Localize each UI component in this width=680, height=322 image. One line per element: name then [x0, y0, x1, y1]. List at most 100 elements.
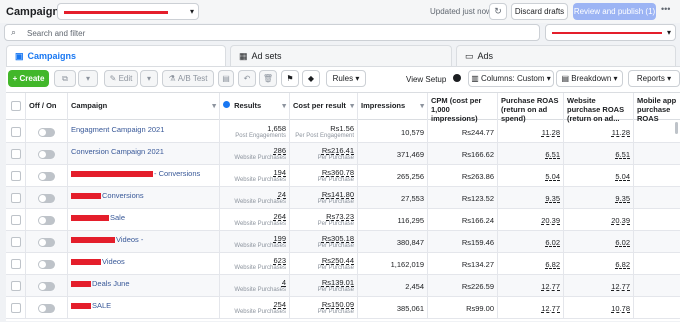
table-row[interactable]: Videos - 199 Website Purchases Rs305.18 Pe…	[6, 231, 680, 253]
campaign-name: Conversion Campaign 2021	[71, 147, 164, 156]
campaign-link[interactable]: Conversion Campaign 2021	[71, 147, 164, 156]
campaign-name-cell: Conversions	[68, 187, 220, 209]
purchase-roas-cell: 6.82	[498, 253, 564, 275]
results-value: 264	[273, 212, 286, 221]
campaign-name: Sale	[110, 213, 126, 222]
cost-subtitle: Per Purchase	[317, 287, 354, 293]
sort-icon: ▾	[350, 101, 354, 110]
cpm-cell: Rs99.00	[428, 297, 498, 319]
header-mobile-roas[interactable]: Mobile app purchase ROAS (return on ad..…	[634, 93, 680, 121]
campaign-link[interactable]: Engagment Campaign 2021	[71, 125, 164, 134]
campaign-toggle[interactable]	[38, 194, 55, 203]
results-subtitle: Website Purchases	[234, 265, 286, 271]
row-checkbox[interactable]	[11, 127, 21, 137]
campaign-toggle[interactable]	[38, 238, 55, 247]
website-roas-cell: 5.04	[564, 165, 634, 187]
sort-icon: ▾	[212, 101, 216, 110]
info-icon	[452, 74, 461, 82]
campaign-toggle[interactable]	[38, 260, 55, 269]
preview-button[interactable]: ⚑	[281, 70, 299, 87]
website-roas-value: 20.39	[611, 216, 630, 225]
header-purchase-roas[interactable]: Purchase ROAS (return on ad spend)	[498, 93, 564, 123]
campaign-link[interactable]: Deals June	[71, 279, 130, 288]
search-input[interactable]: Search and filter	[27, 29, 85, 38]
select-all-checkbox[interactable]	[11, 101, 21, 111]
ab-test-button[interactable]: ⚗ A/B Test	[162, 70, 214, 87]
row-checkbox[interactable]	[11, 149, 21, 159]
undo-button[interactable]: ↶	[238, 70, 256, 87]
table-row[interactable]: Engagment Campaign 2021 1,658 Post Engage…	[6, 121, 680, 143]
table-row[interactable]: Deals June 4 Website Purchases Rs139.01 Pe…	[6, 275, 680, 297]
account-selector[interactable]: ▾	[57, 3, 199, 20]
edit-button[interactable]: ✎ Edit	[104, 70, 138, 87]
header-results-label: Results	[234, 101, 262, 110]
review-publish-button[interactable]: Review and publish (1)	[573, 3, 656, 20]
campaign-name: Deals June	[92, 279, 130, 288]
campaign-name: Videos	[102, 257, 125, 266]
refresh-button[interactable]: ↻	[489, 3, 507, 20]
tab-campaigns[interactable]: ▣ Campaigns	[6, 45, 226, 66]
columns-button[interactable]: ▥ Columns: Custom ▾	[468, 70, 554, 87]
more-options-icon[interactable]: •••	[661, 4, 670, 14]
campaign-link[interactable]: SALE	[71, 301, 111, 310]
table-row[interactable]: Conversion Campaign 2021 286 Website Purc…	[6, 143, 680, 165]
vertical-scrollbar[interactable]	[675, 122, 678, 134]
table-row[interactable]: SALE 254 Website Purchases Rs150.09 Per Pu…	[6, 297, 680, 319]
header-impressions[interactable]: Impressions ▾	[358, 93, 428, 121]
table-row[interactable]: - Conversions 194 Website Purchases Rs360…	[6, 165, 680, 187]
rules-button[interactable]: Rules ▾	[326, 70, 366, 87]
discard-drafts-button[interactable]: Discard drafts	[511, 3, 568, 20]
header-select-all[interactable]	[6, 93, 26, 121]
campaign-toggle[interactable]	[38, 150, 55, 159]
campaign-toggle[interactable]	[38, 216, 55, 225]
header-cpm[interactable]: CPM (cost per 1,000 impressions)	[428, 93, 498, 123]
campaign-link[interactable]: - Conversions	[71, 169, 200, 178]
campaign-toggle[interactable]	[38, 172, 55, 181]
website-roas-value: 5.04	[615, 172, 630, 181]
header-results[interactable]: Results ▾	[220, 93, 290, 121]
edit-dropdown[interactable]: ▾	[140, 70, 158, 87]
breakdown-button[interactable]: ▤ Breakdown ▾	[556, 70, 623, 87]
date-range-picker[interactable]: ▾	[545, 24, 676, 41]
search-bar[interactable]: ⌕ Search and filter	[4, 24, 540, 41]
table-header: Off / On Campaign ▾ Results ▾ Cost per r…	[6, 92, 680, 123]
row-select-cell	[6, 187, 26, 209]
row-checkbox[interactable]	[11, 237, 21, 247]
row-checkbox[interactable]	[11, 303, 21, 313]
header-cost-per-result[interactable]: Cost per result ▾	[290, 93, 358, 121]
reports-button[interactable]: Reports ▾	[628, 70, 680, 87]
breakdown-icon: ▤	[561, 74, 572, 83]
tag-button[interactable]: ◆	[302, 70, 320, 87]
toolbar: + Create ⧉ ▾ ✎ Edit ▾ ⚗ A/B Test ▤ ↶ 🗑 ⚑…	[6, 69, 680, 89]
delete-button[interactable]: 🗑	[259, 70, 277, 87]
delete-draft-button[interactable]: ▤	[218, 70, 234, 87]
row-checkbox[interactable]	[11, 281, 21, 291]
purchase-roas-value: 9.35	[545, 194, 560, 203]
impressions-value: 371,469	[396, 150, 424, 159]
header-website-roas[interactable]: Website purchase ROAS (return on ad...	[564, 93, 634, 123]
campaign-toggle[interactable]	[38, 282, 55, 291]
campaign-link[interactable]: Sale	[71, 213, 125, 222]
row-toggle-cell	[26, 187, 68, 209]
campaign-name: - Conversions	[154, 169, 201, 178]
header-campaign[interactable]: Campaign ▾	[68, 93, 220, 121]
row-checkbox[interactable]	[11, 193, 21, 203]
view-setup-link[interactable]: View Setup	[406, 74, 461, 84]
campaign-link[interactable]: Conversions	[71, 191, 144, 200]
row-checkbox[interactable]	[11, 215, 21, 225]
table-row[interactable]: Conversions 24 Website Purchases Rs141.80…	[6, 187, 680, 209]
table-row[interactable]: Videos 623 Website Purchases Rs250.44 Per …	[6, 253, 680, 275]
tab-ads[interactable]: ▭ Ads	[456, 45, 676, 66]
edit-label: Edit	[118, 74, 133, 83]
campaign-toggle[interactable]	[38, 128, 55, 137]
tab-ad-sets[interactable]: ▦ Ad sets	[230, 45, 452, 66]
create-button[interactable]: + Create	[8, 70, 49, 87]
table-row[interactable]: Sale 264 Website Purchases Rs73.23 Per Pur…	[6, 209, 680, 231]
row-checkbox[interactable]	[11, 171, 21, 181]
duplicate-button[interactable]: ⧉	[54, 70, 76, 87]
campaign-toggle[interactable]	[38, 304, 55, 313]
campaign-link[interactable]: Videos	[71, 257, 125, 266]
row-checkbox[interactable]	[11, 259, 21, 269]
duplicate-dropdown[interactable]: ▾	[78, 70, 98, 87]
campaign-link[interactable]: Videos -	[71, 235, 143, 244]
